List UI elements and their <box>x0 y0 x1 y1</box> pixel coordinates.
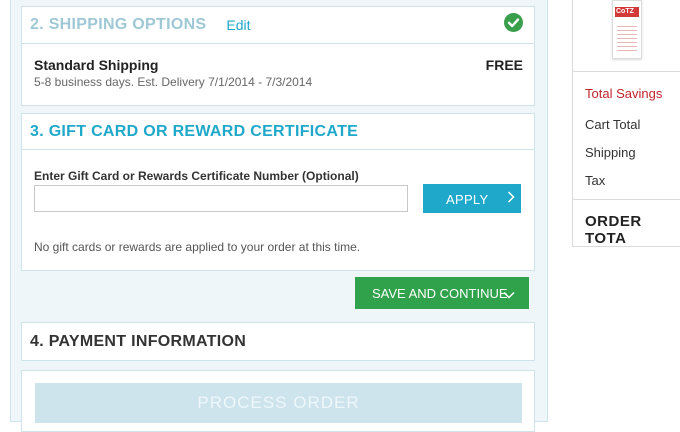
shipping-label: Shipping <box>585 145 636 160</box>
check-circle-icon <box>504 13 523 32</box>
shipping-method-name: Standard Shipping <box>34 57 159 73</box>
save-and-continue-button[interactable]: SAVE AND CONTINUE <box>355 277 529 309</box>
process-order-button[interactable]: PROCESS ORDER <box>35 383 522 423</box>
total-savings-label: Total Savings <box>585 86 663 101</box>
gift-card-header: 3. GIFT CARD OR REWARD CERTIFICATE <box>22 114 534 150</box>
shipping-method[interactable]: Standard Shipping 5-8 business days. Est… <box>22 44 534 104</box>
gift-card-section: 3. GIFT CARD OR REWARD CERTIFICATE Enter… <box>21 113 535 271</box>
gift-card-field-label: Enter Gift Card or Rewards Certificate N… <box>34 169 359 183</box>
gift-card-input[interactable] <box>34 185 408 212</box>
gift-card-note: No gift cards or rewards are applied to … <box>34 240 361 254</box>
product-thumbnail[interactable]: CoTZ <box>612 0 642 59</box>
order-total-label: ORDER TOTA <box>585 213 642 247</box>
edit-shipping-link[interactable]: Edit <box>226 17 250 33</box>
product-thumbnail-text-lines <box>617 23 637 51</box>
gift-card-body: Enter Gift Card or Rewards Certificate N… <box>22 150 534 270</box>
product-brand: CoTZ <box>616 8 634 15</box>
save-and-continue-label: SAVE AND CONTINUE <box>372 286 508 301</box>
payment-title: 4. PAYMENT INFORMATION <box>30 332 247 350</box>
shipping-options-section: 2. SHIPPING OPTIONS Edit Standard Shippi… <box>21 6 535 106</box>
tax-label: Tax <box>585 173 606 188</box>
shipping-options-title: 2. SHIPPING OPTIONS <box>30 16 207 33</box>
shipping-options-header: 2. SHIPPING OPTIONS Edit <box>22 7 534 44</box>
chevron-down-icon <box>503 287 515 302</box>
cart-total-label: Cart Total <box>585 117 641 132</box>
shipping-method-desc: 5-8 business days. Est. Delivery 7/1/201… <box>34 75 313 89</box>
summary-divider <box>572 71 680 72</box>
apply-button[interactable]: APPLY <box>423 184 521 213</box>
gift-card-title: 3. GIFT CARD OR REWARD CERTIFICATE <box>30 122 359 140</box>
shipping-price: FREE <box>485 57 523 73</box>
chevron-right-icon <box>507 191 515 206</box>
payment-header: 4. PAYMENT INFORMATION <box>22 323 534 360</box>
apply-button-label: APPLY <box>446 192 489 207</box>
payment-section: 4. PAYMENT INFORMATION <box>21 322 535 361</box>
summary-divider-total <box>572 199 680 200</box>
